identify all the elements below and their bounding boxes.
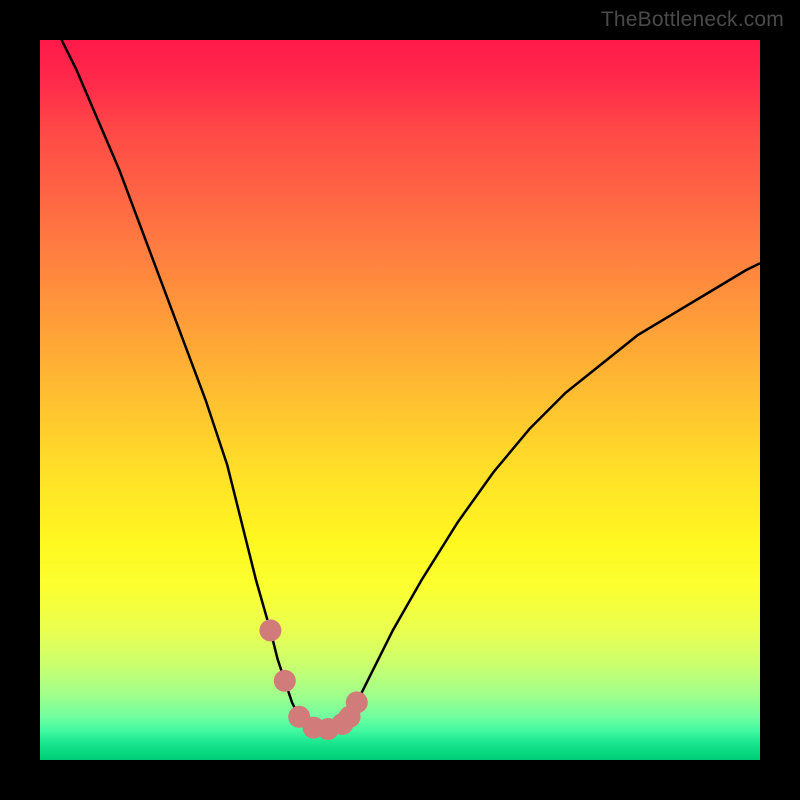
- curve-svg: [40, 40, 760, 760]
- marker-dots-group: [259, 619, 367, 740]
- marker-dot: [274, 670, 296, 692]
- chart-container: TheBottleneck.com: [0, 0, 800, 800]
- plot-area: [40, 40, 760, 760]
- bottleneck-curve-path: [62, 40, 760, 729]
- marker-dot: [259, 619, 281, 641]
- watermark-text: TheBottleneck.com: [601, 8, 784, 32]
- marker-dot: [346, 691, 368, 713]
